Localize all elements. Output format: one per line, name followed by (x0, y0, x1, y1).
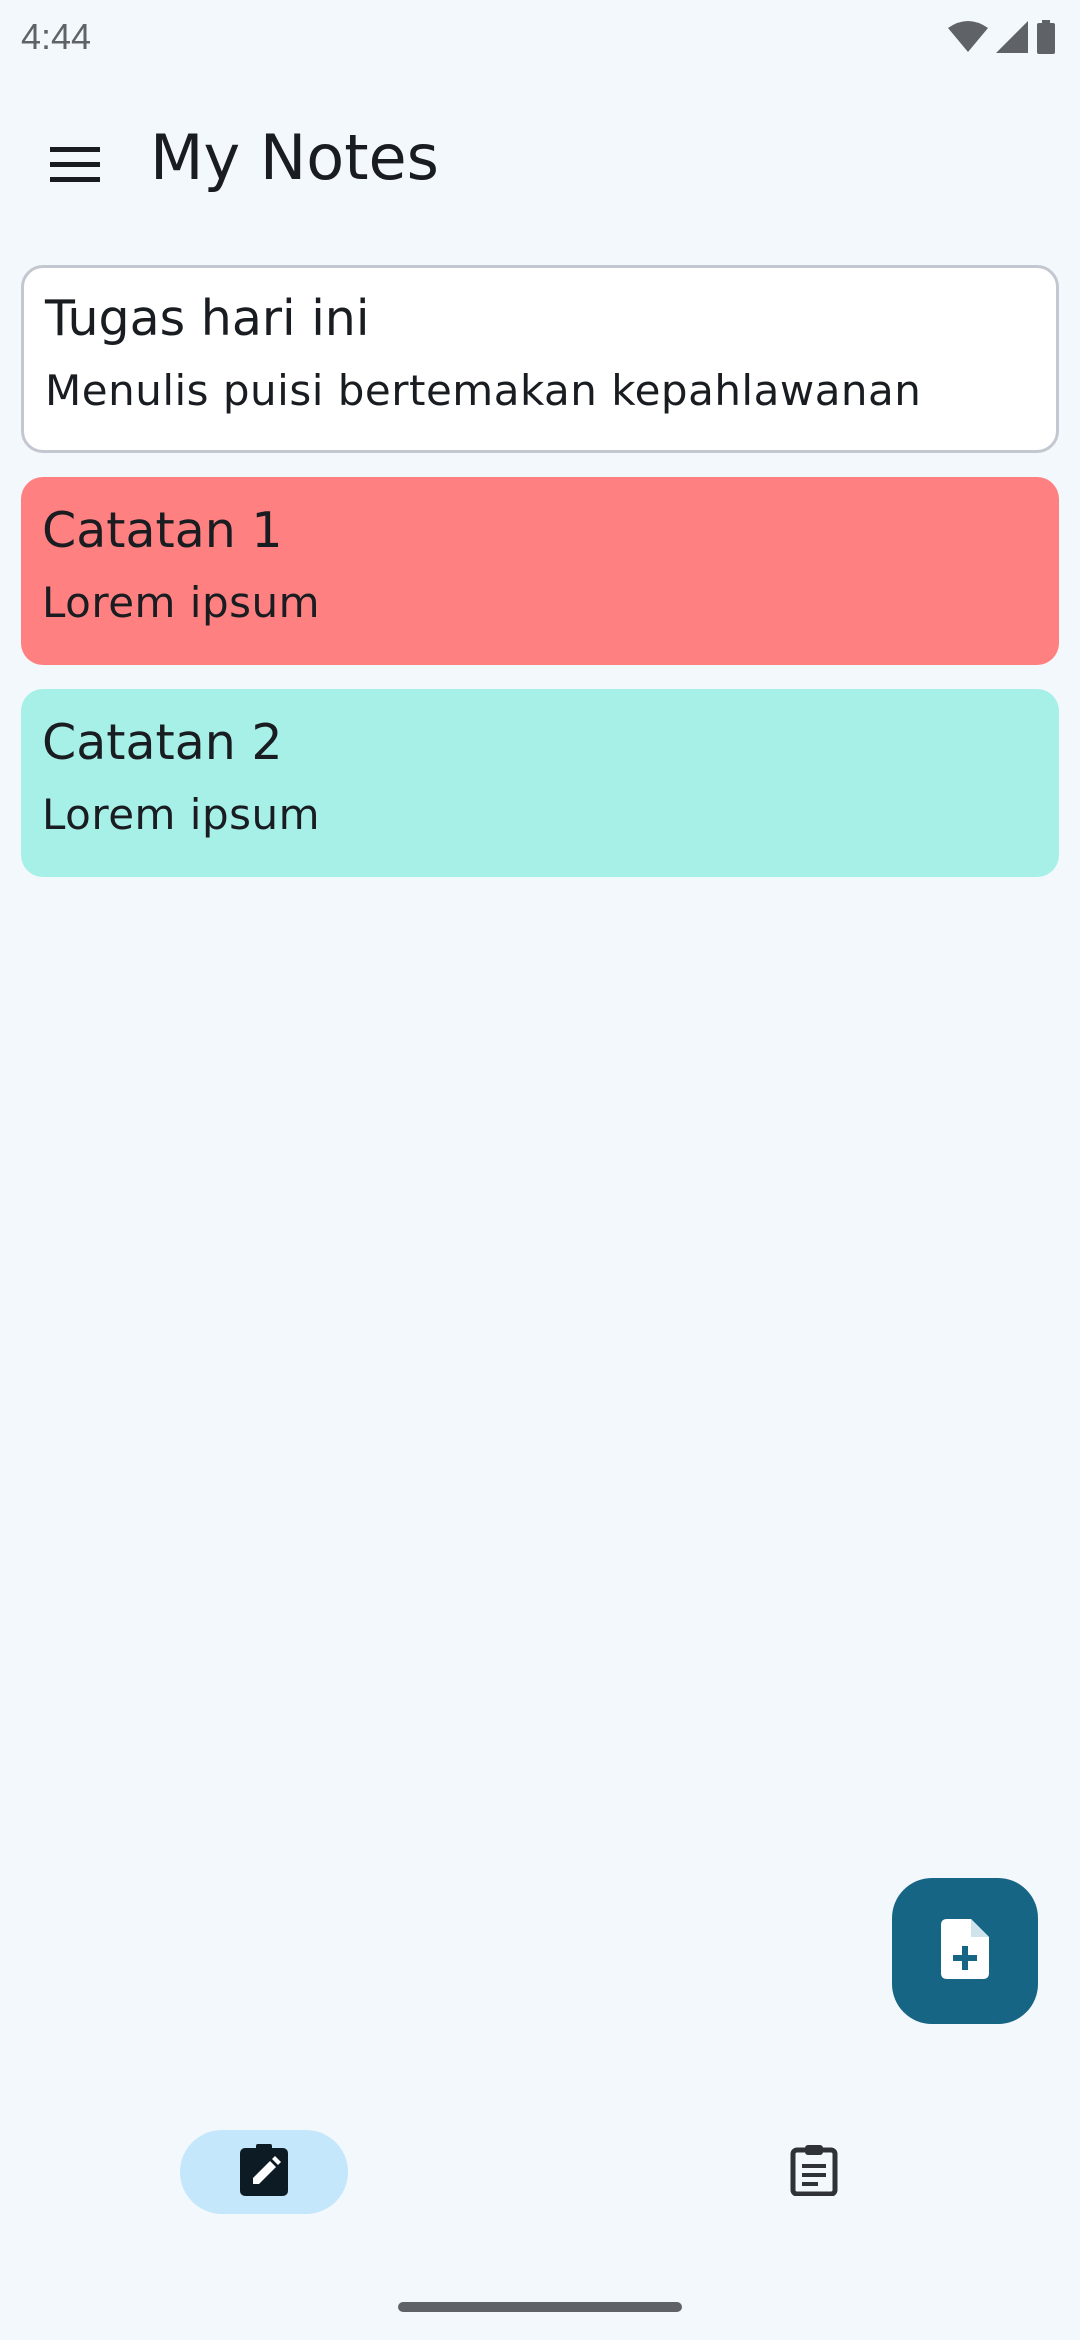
note-card[interactable]: Catatan 2 Lorem ipsum (21, 689, 1059, 877)
clipboard-list-icon (790, 2144, 838, 2200)
edit-note-icon (240, 2144, 288, 2200)
note-body: Menulis puisi bertemakan kepahlawanan (45, 366, 922, 415)
wifi-icon (948, 21, 988, 53)
note-title: Tugas hari ini (45, 290, 370, 347)
status-bar: 4:44 (0, 0, 1080, 74)
add-note-button[interactable] (892, 1878, 1038, 2024)
cell-signal-icon (996, 21, 1028, 53)
gesture-handle[interactable] (398, 2302, 682, 2312)
notes-list: Tugas hari ini Menulis puisi bertemakan … (21, 265, 1059, 901)
page-title: My Notes (150, 121, 439, 194)
note-body: Lorem ipsum (42, 790, 321, 839)
nav-item-tasks[interactable] (730, 2130, 898, 2214)
note-card[interactable]: Tugas hari ini Menulis puisi bertemakan … (21, 265, 1059, 453)
note-title: Catatan 2 (42, 714, 283, 771)
nav-item-notes[interactable] (180, 2130, 348, 2214)
status-time: 4:44 (21, 16, 92, 57)
battery-icon (1036, 20, 1056, 54)
menu-button[interactable] (30, 122, 120, 212)
note-add-icon (941, 1919, 989, 1983)
top-app-bar: My Notes (0, 100, 1080, 216)
note-body: Lorem ipsum (42, 578, 321, 627)
note-card[interactable]: Catatan 1 Lorem ipsum (21, 477, 1059, 665)
note-title: Catatan 1 (42, 502, 283, 559)
hamburger-menu-icon (50, 147, 100, 187)
status-icons (948, 20, 1056, 54)
bottom-navigation (0, 2108, 1080, 2228)
